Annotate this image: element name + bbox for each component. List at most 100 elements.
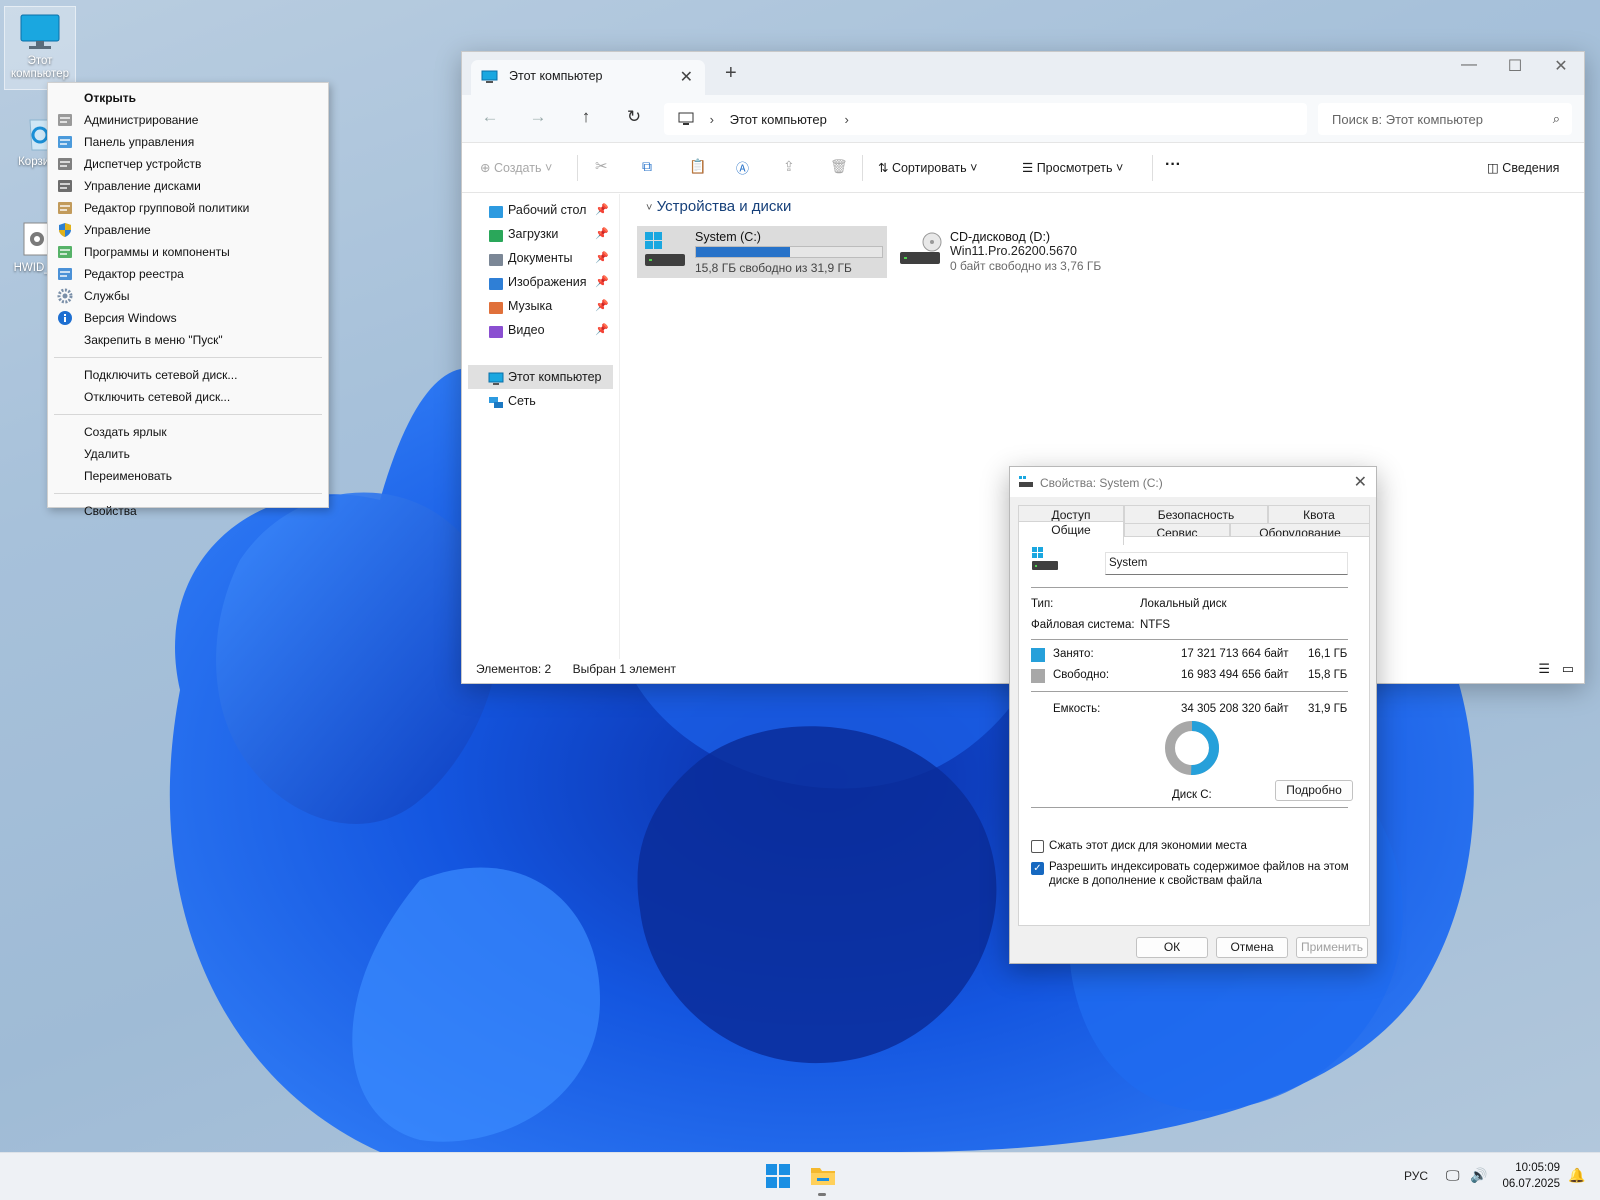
nav-item[interactable]: Музыка 📌 xyxy=(462,294,619,318)
context-menu-item-label: Программы и компоненты xyxy=(84,245,230,259)
details-pane-button[interactable]: ◫ Сведения xyxy=(1487,160,1559,175)
windows-drive-icon xyxy=(643,230,687,273)
drive-c[interactable]: System (C:) 15,8 ГБ свободно из 31,9 ГБ xyxy=(637,226,887,278)
view-label: Просмотреть xyxy=(1036,161,1113,175)
context-menu-item[interactable]: Администрирование xyxy=(48,109,328,131)
context-menu-item-label: Диспетчер устройств xyxy=(84,157,202,171)
divider xyxy=(1031,587,1348,588)
chevron-right-icon: › xyxy=(709,112,714,127)
context-menu-item[interactable]: Управление xyxy=(48,219,328,241)
context-menu-item[interactable]: Свойства xyxy=(48,500,328,522)
nav-item[interactable]: Сеть xyxy=(462,389,619,413)
monitor-icon xyxy=(481,70,498,84)
free-space-swatch xyxy=(1031,669,1045,683)
programs-icon xyxy=(57,244,73,260)
context-menu-item[interactable]: Создать ярлык xyxy=(48,421,328,443)
context-menu-item[interactable]: Программы и компоненты xyxy=(48,241,328,263)
context-menu-item[interactable]: Открыть xyxy=(48,87,328,109)
context-menu-item[interactable]: Отключить сетевой диск... xyxy=(48,386,328,408)
create-label: Создать xyxy=(493,161,542,175)
new-tab-button[interactable]: + xyxy=(725,62,737,85)
notification-icon[interactable]: 🔔 xyxy=(1568,1167,1585,1184)
paste-icon[interactable]: 📋 xyxy=(689,158,706,175)
context-menu-item[interactable]: Переименовать xyxy=(48,465,328,487)
capacity-gb: 31,9 ГБ xyxy=(1308,703,1348,715)
create-button[interactable]: ⊕ Создать ˅ xyxy=(480,160,552,175)
context-menu-item[interactable]: Версия Windows xyxy=(48,307,328,329)
maximize-button[interactable]: ☐ xyxy=(1492,56,1538,76)
filesystem-label: Файловая система: xyxy=(1031,619,1135,631)
search-placeholder: Поиск в: Этот компьютер xyxy=(1332,112,1483,127)
tab-security[interactable]: Безопасность xyxy=(1124,505,1268,524)
apply-button[interactable]: Применить xyxy=(1296,937,1368,958)
close-icon[interactable]: ✕ xyxy=(1354,472,1367,492)
close-window-button[interactable]: ✕ xyxy=(1538,56,1584,76)
pin-icon: 📌 xyxy=(595,276,609,288)
index-label-line1: Разрешить индексировать содержимое файло… xyxy=(1049,861,1349,873)
compress-checkbox[interactable] xyxy=(1031,840,1044,853)
context-menu-item[interactable]: Панель управления xyxy=(48,131,328,153)
nav-item-label: Музыка xyxy=(508,299,553,313)
monitor-icon xyxy=(678,112,694,129)
search-input[interactable]: Поиск в: Этот компьютер ⌕ xyxy=(1318,103,1572,135)
clock-time: 10:05:09 xyxy=(1515,1162,1560,1174)
context-menu-item[interactable]: Редактор реестра xyxy=(48,263,328,285)
desktop-icon-this-pc[interactable]: Этот компьютер xyxy=(4,6,76,90)
copy-icon[interactable]: ⧉ xyxy=(642,158,652,175)
nav-item[interactable]: Видео 📌 xyxy=(462,318,619,342)
taskbar: РУС 🖵 🔊 10:05:09 06.07.2025 🔔 xyxy=(0,1152,1600,1200)
minimize-button[interactable]: — xyxy=(1446,56,1492,74)
free-gb: 15,8 ГБ xyxy=(1308,669,1348,681)
context-menu-item[interactable]: Управление дисками xyxy=(48,175,328,197)
context-menu-item[interactable]: Редактор групповой политики xyxy=(48,197,328,219)
nav-item[interactable]: Этот компьютер xyxy=(468,365,613,389)
context-menu-item[interactable]: Закрепить в меню "Пуск" xyxy=(48,329,328,351)
file-explorer-taskbar-button[interactable] xyxy=(810,1163,836,1187)
context-menu-item-label: Создать ярлык xyxy=(84,425,167,439)
tab-this-pc[interactable]: Этот компьютер ✕ xyxy=(471,60,705,95)
breadcrumb-item[interactable]: Этот компьютер xyxy=(730,112,827,127)
details-button[interactable]: Подробно xyxy=(1275,780,1353,801)
group-header[interactable]: ˅ Устройства и диски xyxy=(646,198,1572,215)
chevron-right-icon[interactable]: › xyxy=(844,112,848,127)
context-menu-item-label: Администрирование xyxy=(84,113,199,127)
tiles-view-icon[interactable]: ▭ xyxy=(1562,661,1574,677)
network-icon[interactable]: 🖵 xyxy=(1446,1167,1460,1184)
ok-button[interactable]: ОК xyxy=(1136,937,1208,958)
forward-button[interactable]: → xyxy=(526,107,550,127)
nav-item[interactable]: Загрузки 📌 xyxy=(462,222,619,246)
nav-item[interactable]: Рабочий стол 📌 xyxy=(462,198,619,222)
details-view-icon[interactable]: ☰ xyxy=(1538,661,1550,677)
context-menu-item[interactable]: Службы xyxy=(48,285,328,307)
tab-quota[interactable]: Квота xyxy=(1268,505,1370,524)
start-button[interactable] xyxy=(766,1164,790,1188)
view-button[interactable]: ☰ Просмотреть ˅ xyxy=(1022,160,1123,175)
nav-item[interactable]: Изображения 📌 xyxy=(462,270,619,294)
context-menu-item[interactable]: Диспетчер устройств xyxy=(48,153,328,175)
delete-icon[interactable]: 🗑 xyxy=(830,158,848,175)
drive-d[interactable]: CD-дисковод (D:) Win11.Pro.26200.5670 0 … xyxy=(892,226,1152,278)
volume-name-input[interactable]: System xyxy=(1105,552,1348,575)
nav-item[interactable]: Документы 📌 xyxy=(462,246,619,270)
clock[interactable]: 10:05:09 06.07.2025 xyxy=(1502,1160,1560,1192)
volume-icon[interactable]: 🔊 xyxy=(1470,1167,1487,1184)
more-options-icon[interactable]: ··· xyxy=(1165,156,1181,174)
rename-icon[interactable]: Ⓐ xyxy=(736,158,749,177)
language-indicator[interactable]: РУС xyxy=(1404,1169,1428,1183)
context-menu-item[interactable]: Удалить xyxy=(48,443,328,465)
context-menu-item[interactable]: Подключить сетевой диск... xyxy=(48,364,328,386)
refresh-button[interactable]: ↻ xyxy=(622,107,646,127)
nav-item-label: Видео xyxy=(508,323,545,337)
back-button[interactable]: ← xyxy=(478,107,502,127)
cancel-button[interactable]: Отмена xyxy=(1216,937,1288,958)
index-checkbox[interactable]: ✓ xyxy=(1031,862,1044,875)
close-tab-icon[interactable]: ✕ xyxy=(680,67,693,87)
free-bytes: 16 983 494 656 байт xyxy=(1181,669,1289,681)
shield-icon xyxy=(57,222,73,238)
tab-general[interactable]: Общие xyxy=(1018,521,1124,545)
cut-icon[interactable]: ✂ xyxy=(595,157,608,175)
sort-button[interactable]: ⇅ Сортировать ˅ xyxy=(878,160,977,175)
share-icon[interactable]: ⇪ xyxy=(783,158,795,175)
up-button[interactable]: ↑ xyxy=(574,107,598,127)
address-bar[interactable]: › Этот компьютер › xyxy=(664,103,1307,135)
